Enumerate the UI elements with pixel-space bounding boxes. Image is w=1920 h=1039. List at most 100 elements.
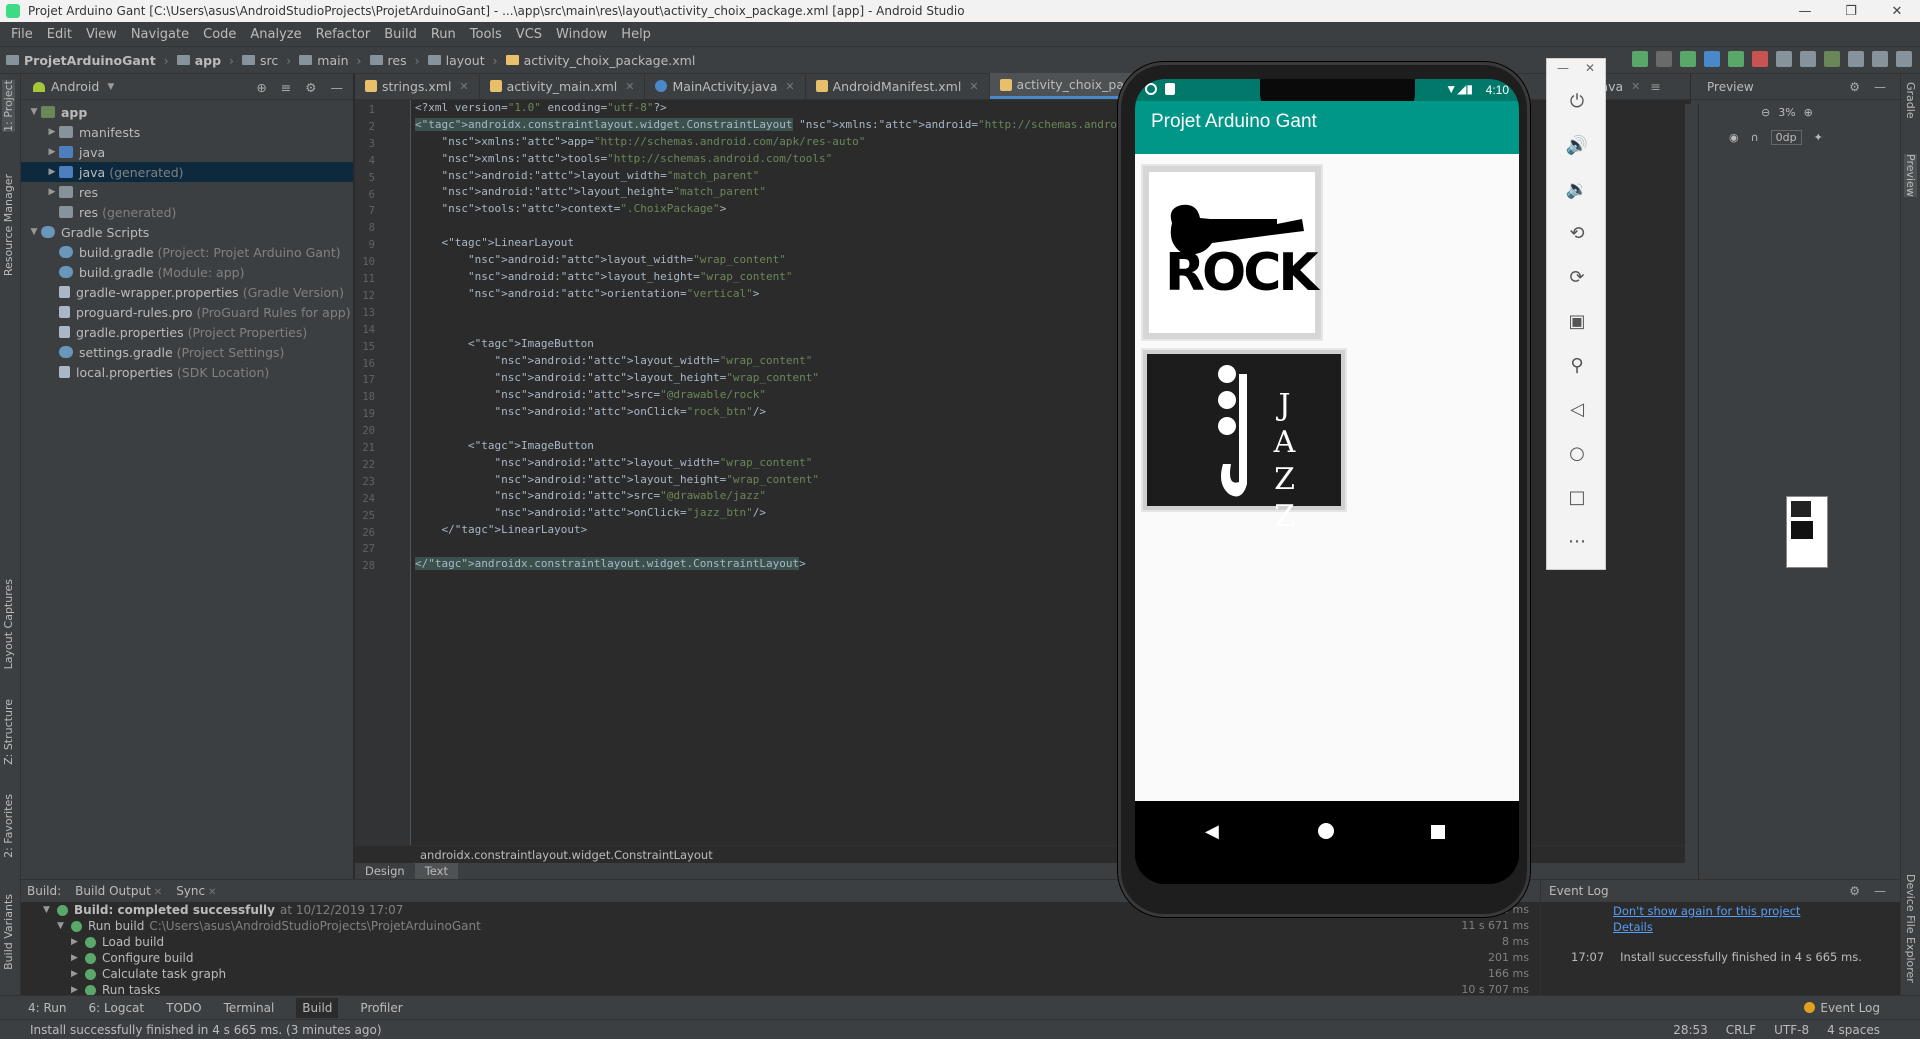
power-icon[interactable]: ⏻ xyxy=(1563,87,1591,115)
breadcrumb-project[interactable]: ProjetArduinoGant › xyxy=(6,53,169,68)
project-view-selector[interactable]: Android ▼ ⊕ ≡ ⚙ — xyxy=(21,74,353,100)
tree-item[interactable]: local.properties (SDK Location) xyxy=(21,362,353,382)
project-structure-icon[interactable] xyxy=(1776,51,1792,67)
maximize-icon[interactable]: ❐ xyxy=(1828,0,1874,22)
dont-show-again-link[interactable]: Don't show again for this project xyxy=(1613,904,1900,918)
build-tree-row[interactable]: ▶ Configure build 201 ms xyxy=(43,950,1547,966)
chevron-right-icon[interactable]: ▶ xyxy=(45,167,59,177)
back-nav-icon[interactable]: ◀ xyxy=(1205,821,1219,842)
tree-item[interactable]: ▶ java xyxy=(21,142,353,162)
build-tree-row[interactable]: ▼ Run build C:\Users\asus\AndroidStudioPro… xyxy=(43,918,1547,934)
resource-manager-tool-tab[interactable]: Resource Manager xyxy=(2,174,15,276)
device-icon[interactable] xyxy=(1848,51,1864,67)
menu-tools[interactable]: Tools xyxy=(463,27,509,42)
build-tree-row[interactable]: ▶ Calculate task graph 166 ms xyxy=(43,966,1547,982)
chevron-right-icon[interactable]: ▶ xyxy=(45,187,59,197)
gear-icon[interactable]: ⚙ xyxy=(1849,884,1860,898)
rock-image-button[interactable]: ROCK xyxy=(1141,164,1323,341)
chevron-right-icon[interactable]: ▶ xyxy=(71,934,85,950)
chevron-down-icon[interactable]: ▼ xyxy=(57,918,71,934)
home-nav-icon[interactable] xyxy=(1318,823,1334,839)
build-tree-row[interactable]: ▶ Load build 8 ms xyxy=(43,934,1547,950)
camera-icon[interactable]: ▣ xyxy=(1563,307,1591,335)
chevron-down-icon[interactable]: ▼ xyxy=(43,902,57,918)
rotate-right-icon[interactable]: ⟳ xyxy=(1563,263,1591,291)
terminal-tool-button[interactable]: Terminal xyxy=(224,1001,275,1015)
text-tab[interactable]: Text xyxy=(414,863,458,879)
tree-item[interactable]: ▶ manifests xyxy=(21,122,353,142)
sdk-manager-icon[interactable] xyxy=(1800,51,1816,67)
tree-item[interactable]: ▶ res xyxy=(21,182,353,202)
chevron-right-icon[interactable]: ▶ xyxy=(45,147,59,157)
zoom-out-icon[interactable]: ⊖ xyxy=(1761,106,1770,119)
menu-navigate[interactable]: Navigate xyxy=(124,27,196,42)
build-tool-button[interactable]: Build xyxy=(296,997,339,1018)
structure-tool-tab[interactable]: Z: Structure xyxy=(2,699,15,765)
gear-icon[interactable]: ⚙ xyxy=(305,80,316,95)
menu-view[interactable]: View xyxy=(79,27,124,42)
tab-activity-main-xml[interactable]: activity_main.xml ✕ xyxy=(480,73,646,99)
menu-file[interactable]: File xyxy=(4,27,40,42)
event-log-button[interactable]: Event Log xyxy=(1804,1001,1880,1015)
eye-icon[interactable]: ◉ xyxy=(1729,131,1739,144)
breadcrumb-layout[interactable]: layout › xyxy=(427,53,498,68)
tree-item[interactable]: ▼ Gradle Scripts xyxy=(21,222,353,242)
caret-position[interactable]: 28:53 xyxy=(1673,1023,1708,1037)
attach-icon[interactable] xyxy=(1728,51,1744,67)
device-file-explorer-tool-tab[interactable]: Device File Explorer xyxy=(1904,874,1917,983)
magnet-icon[interactable]: ∩ xyxy=(1751,131,1759,144)
menu-help[interactable]: Help xyxy=(614,27,658,42)
hide-panel-icon[interactable]: — xyxy=(331,80,344,95)
chevron-right-icon[interactable]: ▶ xyxy=(71,950,85,966)
close-tab-icon[interactable]: ✕ xyxy=(625,80,634,93)
design-tab[interactable]: Design xyxy=(355,863,415,879)
favorites-tool-tab[interactable]: 2: Favorites xyxy=(2,794,15,858)
tree-item[interactable]: res (generated) xyxy=(21,202,353,222)
minimize-icon[interactable]: — xyxy=(1782,0,1828,22)
breadcrumb-main[interactable]: main › xyxy=(299,53,362,68)
line-separator[interactable]: CRLF xyxy=(1726,1023,1756,1037)
gear-icon[interactable]: ⚙ xyxy=(1849,80,1860,94)
close-tab-icon[interactable]: ✕ xyxy=(1631,80,1640,93)
settings-icon[interactable] xyxy=(1896,51,1912,67)
tab-list-icon[interactable]: ≡ xyxy=(1650,79,1660,94)
home-icon[interactable]: ○ xyxy=(1563,439,1591,467)
hide-panel-icon[interactable]: — xyxy=(1874,80,1886,94)
layout-captures-tool-tab[interactable]: Layout Captures xyxy=(2,579,15,669)
breadcrumb-app[interactable]: app › xyxy=(176,53,234,68)
menu-run[interactable]: Run xyxy=(424,27,463,42)
chevron-right-icon[interactable]: ▶ xyxy=(45,127,59,137)
gradle-tool-tab[interactable]: Gradle xyxy=(1904,82,1917,119)
volume-up-icon[interactable]: 🔊 xyxy=(1563,131,1591,159)
profiler-tool-button[interactable]: Profiler xyxy=(360,1001,402,1015)
recents-nav-icon[interactable] xyxy=(1431,825,1445,839)
tree-item[interactable]: build.gradle (Module: app) xyxy=(21,262,353,282)
todo-tool-button[interactable]: TODO xyxy=(166,1001,201,1015)
zoom-icon[interactable]: ⚲ xyxy=(1563,351,1591,379)
chevron-right-icon[interactable]: ▶ xyxy=(71,966,85,982)
stop-icon[interactable] xyxy=(1752,51,1768,67)
breadcrumb-file[interactable]: activity_choix_package.xml xyxy=(505,53,695,68)
avd-manager-icon[interactable] xyxy=(1824,51,1840,67)
menu-vcs[interactable]: VCS xyxy=(509,27,549,42)
build-output-tab[interactable]: Build Output ✕ xyxy=(75,884,162,898)
tree-item[interactable]: build.gradle (Project: Projet Arduino Gan… xyxy=(21,242,353,262)
menu-code[interactable]: Code xyxy=(196,27,243,42)
sync-tab[interactable]: Sync ✕ xyxy=(176,884,216,898)
tab-strings-xml[interactable]: strings.xml ✕ xyxy=(355,73,480,99)
tree-item[interactable]: gradle-wrapper.properties (Gradle Version… xyxy=(21,282,353,302)
volume-down-icon[interactable]: 🔉 xyxy=(1563,175,1591,203)
back-icon[interactable]: ◁ xyxy=(1563,395,1591,423)
tree-item[interactable]: proguard-rules.pro (ProGuard Rules for ap… xyxy=(21,302,353,322)
tree-item[interactable]: gradle.properties (Project Properties) xyxy=(21,322,353,342)
close-tab-icon[interactable]: ✕ xyxy=(785,80,794,93)
run-config-icon[interactable] xyxy=(1656,51,1672,67)
search-icon[interactable] xyxy=(1872,51,1888,67)
sync-icon[interactable] xyxy=(1632,51,1648,67)
zoom-in-icon[interactable]: ⊕ xyxy=(1804,106,1813,119)
close-emulator-icon[interactable]: ✕ xyxy=(1585,61,1595,75)
file-encoding[interactable]: UTF-8 xyxy=(1774,1023,1809,1037)
breadcrumb-src[interactable]: src › xyxy=(242,53,291,68)
hide-panel-icon[interactable]: — xyxy=(1874,884,1886,898)
emulator-screen[interactable]: ▼◢▮ 4:10 Projet Arduino Gant ROCK JAZZ ◀ xyxy=(1135,79,1519,884)
